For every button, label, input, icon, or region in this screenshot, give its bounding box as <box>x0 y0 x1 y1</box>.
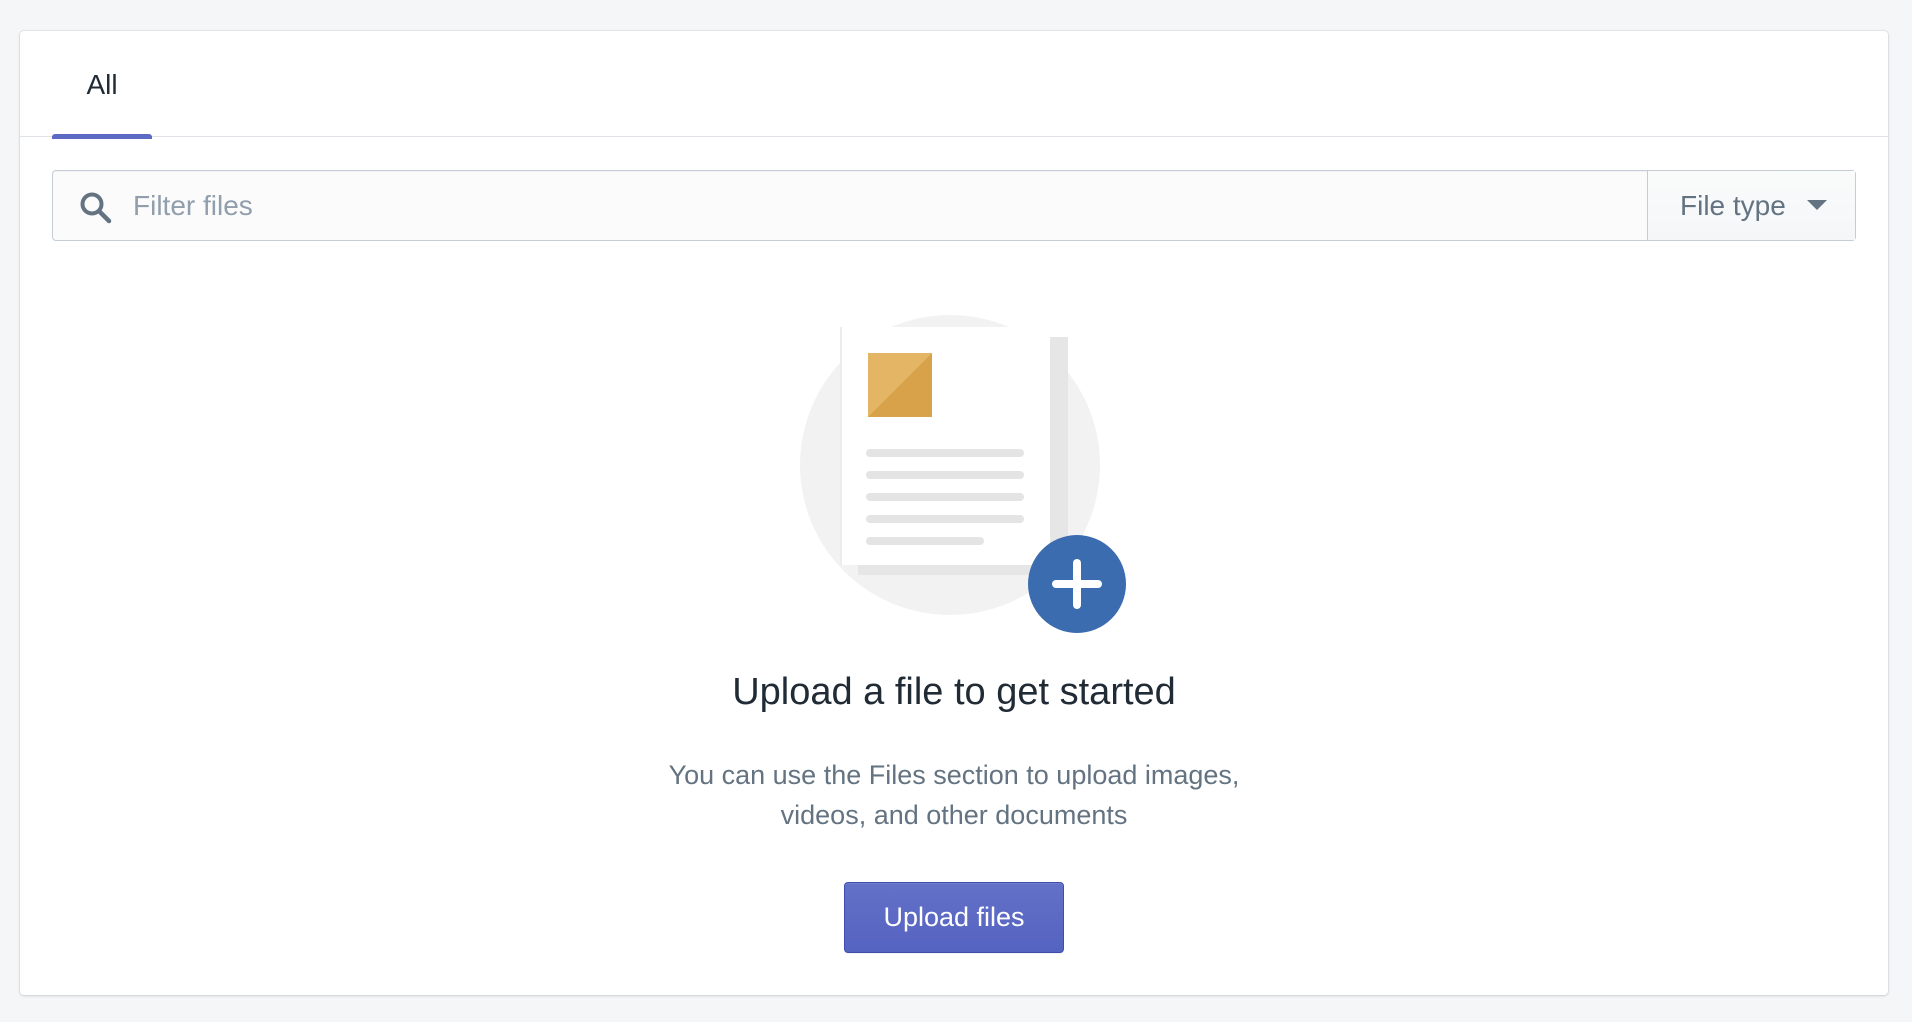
tab-selected-indicator <box>52 134 152 139</box>
caret-down-icon <box>1807 200 1827 210</box>
search-icon <box>80 192 112 224</box>
file-type-label: File type <box>1680 190 1786 221</box>
file-type-dropdown[interactable]: File type <box>1647 171 1855 240</box>
empty-state-description: You can use the Files section to upload … <box>668 760 1240 830</box>
document-add-icon <box>800 315 1126 633</box>
tab-all-label: All <box>86 69 118 100</box>
search-field <box>53 171 1647 240</box>
filter-bar: File type <box>52 170 1856 241</box>
files-card: All File type Upload a fil <box>20 31 1888 995</box>
search-input[interactable] <box>133 171 1647 240</box>
tab-all[interactable]: All <box>52 31 152 139</box>
tab-bar: All <box>20 31 1888 139</box>
empty-state-title: Upload a file to get started <box>732 671 1176 713</box>
upload-files-button[interactable]: Upload files <box>844 882 1064 953</box>
